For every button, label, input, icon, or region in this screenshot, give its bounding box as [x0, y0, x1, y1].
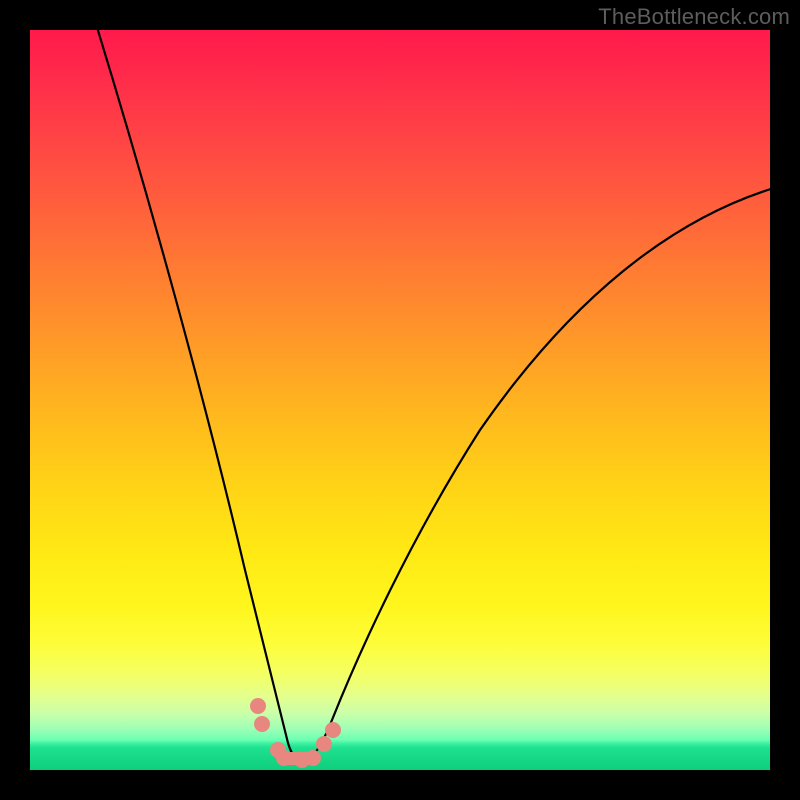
curve-layer — [30, 30, 770, 770]
chart-frame: TheBottleneck.com — [0, 0, 800, 800]
marker-dot — [305, 750, 321, 766]
marker-dot — [254, 716, 270, 732]
marker-dot — [325, 722, 341, 738]
marker-dot — [276, 750, 292, 766]
marker-dot — [316, 736, 332, 752]
plot-area — [30, 30, 770, 770]
marker-dot — [250, 698, 266, 714]
bottleneck-curve — [96, 30, 770, 761]
attribution-label: TheBottleneck.com — [598, 4, 790, 30]
